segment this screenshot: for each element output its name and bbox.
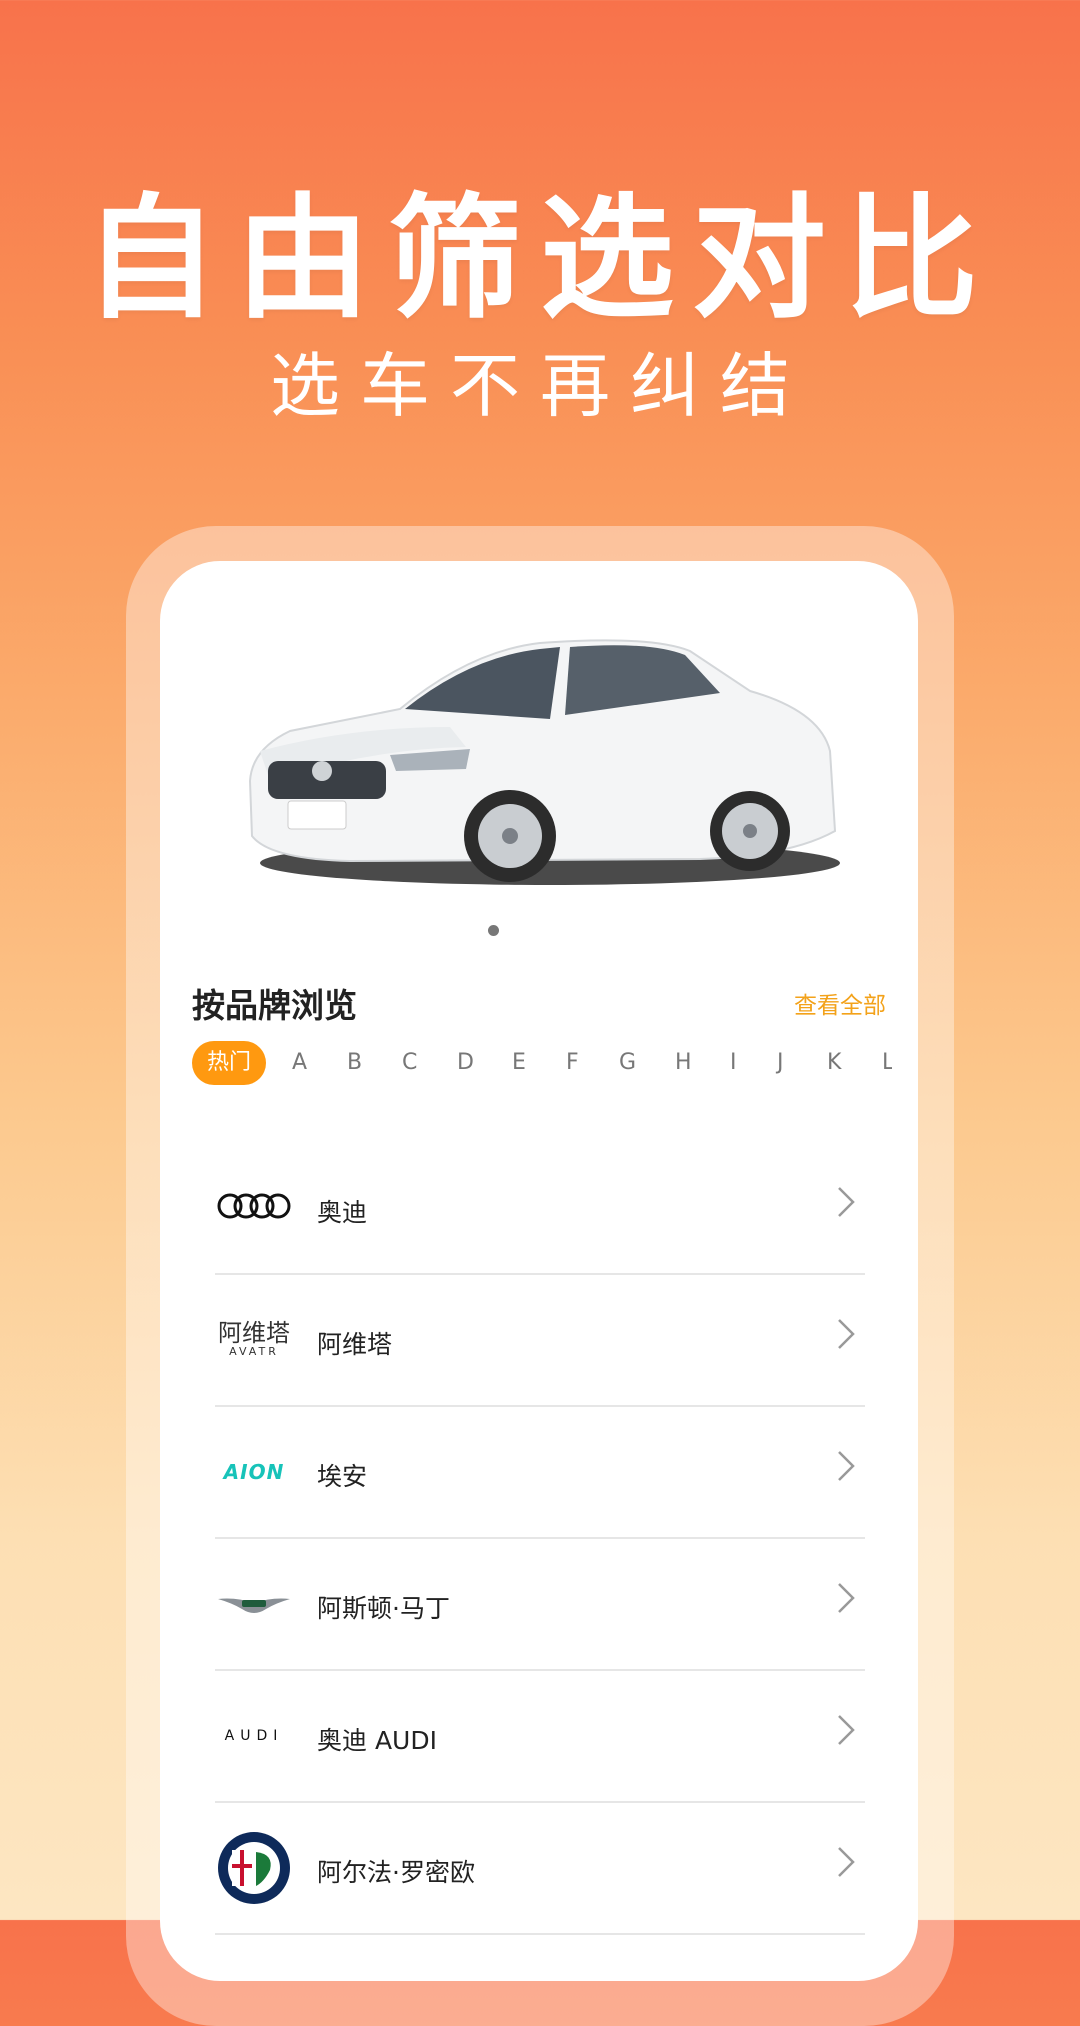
brand-name: 奥迪 xyxy=(317,1198,368,1227)
brand-name: 埃安 xyxy=(317,1462,368,1491)
avatr-logo-text: 阿维塔 xyxy=(218,1319,290,1347)
chevron-right-icon xyxy=(835,1581,857,1619)
avatr-logo: 阿维塔 AVATR xyxy=(215,1315,293,1365)
car-image[interactable] xyxy=(230,631,850,901)
letter-tab[interactable]: H xyxy=(675,1041,692,1085)
letter-tab[interactable]: L xyxy=(882,1041,892,1085)
audi-wordmark-text: AUDI xyxy=(224,1728,284,1744)
brand-name: 奥迪 AUDI xyxy=(317,1726,437,1755)
brand-row-avatr[interactable]: 阿维塔 AVATR 阿维塔 xyxy=(215,1273,865,1407)
brand-row-aston-martin[interactable]: 阿斯顿·马丁 xyxy=(215,1537,865,1671)
letter-tab[interactable]: K xyxy=(827,1041,841,1085)
chevron-right-icon xyxy=(835,1713,857,1751)
brand-row-audi-wordmark[interactable]: AUDI 奥迪 AUDI xyxy=(215,1669,865,1803)
view-all-link[interactable]: 查看全部 xyxy=(794,986,886,1020)
chevron-right-icon xyxy=(835,1185,857,1223)
letter-tab[interactable]: B xyxy=(347,1041,362,1085)
chevron-right-icon xyxy=(835,1845,857,1883)
carousel-indicator[interactable] xyxy=(488,925,499,936)
brand-name: 阿斯顿·马丁 xyxy=(317,1594,450,1623)
brand-row-audi[interactable]: 奥迪 xyxy=(215,1141,865,1275)
alfa-romeo-badge-icon xyxy=(215,1829,293,1907)
chevron-right-icon xyxy=(835,1317,857,1355)
letter-tab[interactable]: I xyxy=(730,1041,737,1085)
section-title: 按品牌浏览 xyxy=(192,986,357,1025)
audi-wordmark: AUDI xyxy=(215,1711,293,1761)
letter-tab[interactable]: J xyxy=(777,1041,784,1085)
letter-tab[interactable]: C xyxy=(402,1041,417,1085)
subheadline: 选车不再纠结 xyxy=(270,345,810,427)
phone-screen: 按品牌浏览 查看全部 热门 A B C D E F G H I J K L 奥迪… xyxy=(160,561,918,1981)
headline: 自由筛选对比 xyxy=(83,181,996,337)
chevron-right-icon xyxy=(835,1449,857,1487)
aion-logo: AION xyxy=(215,1447,293,1497)
brand-row-aion[interactable]: AION 埃安 xyxy=(215,1405,865,1539)
aston-martin-wings-icon xyxy=(215,1579,293,1629)
aion-logo-text: AION xyxy=(223,1460,285,1484)
avatr-logo-subtext: AVATR xyxy=(229,1345,279,1358)
brand-name: 阿尔法·罗密欧 xyxy=(317,1858,475,1887)
brand-row-alfa-romeo[interactable]: 阿尔法·罗密欧 xyxy=(215,1801,865,1935)
audi-rings-icon xyxy=(215,1181,293,1231)
letter-tab[interactable]: F xyxy=(566,1041,579,1085)
letter-tab-hot[interactable]: 热门 xyxy=(192,1041,266,1085)
letter-index-bar: 热门 A B C D E F G H I J K L xyxy=(192,1041,892,1087)
brand-name: 阿维塔 xyxy=(317,1330,393,1359)
letter-tab[interactable]: G xyxy=(619,1041,636,1085)
letter-tab[interactable]: D xyxy=(457,1041,474,1085)
letter-tab[interactable]: A xyxy=(292,1041,307,1085)
letter-tab[interactable]: E xyxy=(512,1041,526,1085)
